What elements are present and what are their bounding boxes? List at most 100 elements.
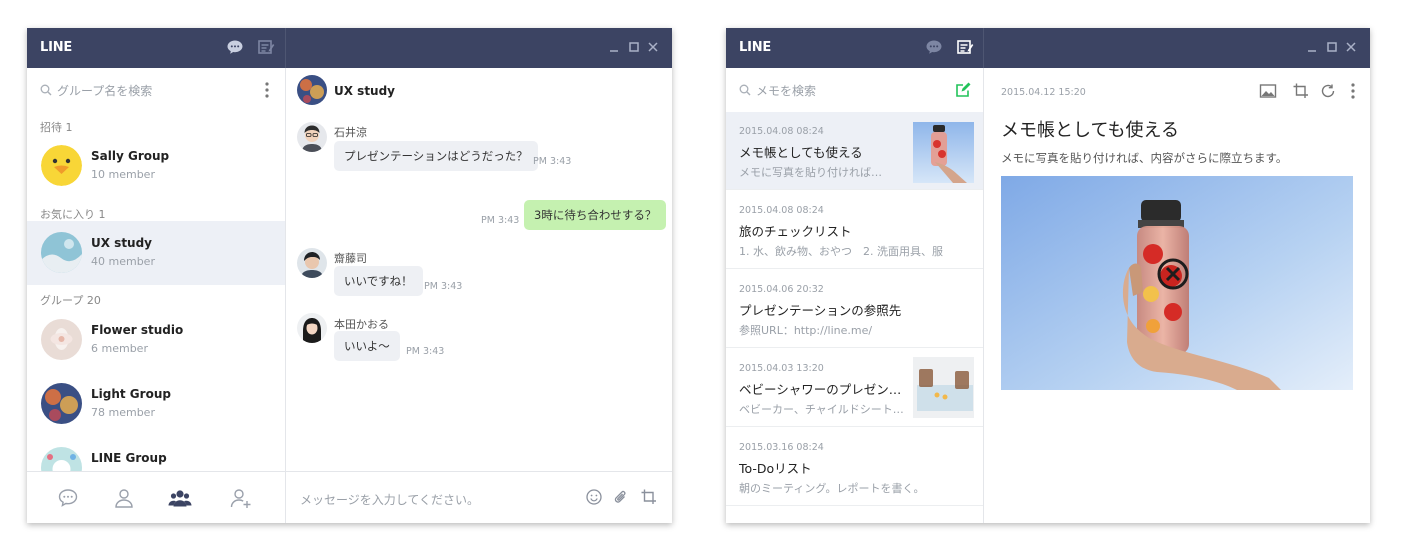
capture-icon[interactable] <box>640 488 658 506</box>
memo-icon[interactable] <box>257 39 275 55</box>
memo-date: 2015.04.06 20:32 <box>739 284 824 295</box>
search-icon <box>40 84 52 96</box>
chat-title: UX study <box>334 84 396 98</box>
memo-date: 2015.04.03 13:20 <box>739 363 824 374</box>
friends-tab-icon[interactable] <box>112 486 136 510</box>
message-time: PM 3:43 <box>481 215 520 226</box>
line-logo: LINE <box>40 40 73 55</box>
close-icon[interactable] <box>1345 41 1357 53</box>
friend-member-count: 6 member <box>91 342 148 355</box>
friend-name: LINE Group <box>91 451 167 465</box>
friend-name: Sally Group <box>91 149 170 163</box>
groups-tab-icon[interactable] <box>168 486 192 510</box>
memo-icon[interactable] <box>956 39 974 55</box>
friend-name: Light Group <box>91 387 171 401</box>
avatar <box>41 319 82 360</box>
message-time: PM 3:43 <box>406 346 445 357</box>
memo-preview: 朝のミーティング。レポートを書く。 <box>739 482 925 495</box>
search-placeholder: メモを検索 <box>756 84 817 98</box>
chat-icon[interactable] <box>226 39 244 55</box>
section-invite: 招待 1 <box>40 121 73 134</box>
maximize-icon[interactable] <box>628 41 640 53</box>
memo-item[interactable]: 2015.04.03 13:20 ベビーシャワーのプレゼン… ベビーカー、チャイ… <box>726 349 983 427</box>
memo-thumbnail <box>913 357 974 418</box>
sender-name: 齋藤司 <box>334 252 367 265</box>
memo-title: 旅のチェックリスト <box>739 224 852 239</box>
friend-member-count: 40 member <box>91 255 155 268</box>
friend-name: Flower studio <box>91 323 184 337</box>
memo-title: メモ帳としても使える <box>739 145 863 160</box>
panel-divider <box>983 68 984 523</box>
minimize-icon[interactable] <box>608 41 620 53</box>
message-bubble[interactable]: いいよ〜 <box>334 331 400 361</box>
memo-title: To-Doリスト <box>739 461 812 476</box>
maximize-icon[interactable] <box>1326 41 1338 53</box>
bubble-tail <box>656 202 664 210</box>
more-options-icon[interactable] <box>261 81 273 99</box>
new-memo-icon[interactable] <box>955 82 971 98</box>
message-bubble[interactable]: プレゼンテーションはどうだった？ <box>334 141 538 171</box>
chat-icon[interactable] <box>925 39 943 55</box>
message-bubble[interactable]: いいですね！ <box>334 266 423 296</box>
friend-member-count: 78 member <box>91 406 155 419</box>
avatar <box>41 145 82 186</box>
memo-detail-title: メモ帳としても使える <box>1001 120 1180 141</box>
friend-member-count: 10 member <box>91 168 155 181</box>
panel-divider <box>285 68 286 523</box>
titlebar-separator <box>983 28 984 68</box>
chat-avatar <box>297 75 327 105</box>
memo-preview: 参照URL：http://line.me/ <box>739 324 873 337</box>
memo-item[interactable]: 2015.03.16 08:24 To-Doリスト 朝のミーティング。レポートを… <box>726 428 983 506</box>
group-search[interactable]: グループ名を検索 <box>27 68 285 112</box>
add-friend-tab-icon[interactable] <box>229 486 253 510</box>
search-placeholder: グループ名を検索 <box>57 84 153 98</box>
minimize-icon[interactable] <box>1306 41 1318 53</box>
memo-detail-body: メモに写真を貼り付ければ、内容がさらに際立ちます。 <box>1001 151 1288 165</box>
friend-item-line-group[interactable]: LINE Group <box>27 436 285 471</box>
line-logo: LINE <box>739 40 772 55</box>
section-groups: グループ 20 <box>40 294 101 307</box>
crop-icon[interactable] <box>1292 82 1310 100</box>
emoji-icon[interactable] <box>585 488 603 506</box>
friend-item-ux-study[interactable]: UX study 40 member <box>27 221 285 285</box>
memo-date: 2015.03.16 08:24 <box>739 442 824 453</box>
memo-date: 2015.04.08 08:24 <box>739 205 824 216</box>
message-time: PM 3:43 <box>533 156 572 167</box>
message-input-placeholder: メッセージを入力してください。 <box>300 493 480 507</box>
friend-item-light-group[interactable]: Light Group 78 member <box>27 372 285 436</box>
close-icon[interactable] <box>647 41 659 53</box>
memo-item[interactable]: 2015.04.06 20:32 プレゼンテーションの参照先 参照URL：htt… <box>726 270 983 348</box>
friend-item-flower-studio[interactable]: Flower studio 6 member <box>27 308 285 372</box>
attach-icon[interactable] <box>612 488 630 506</box>
message-input[interactable]: メッセージを入力してください。 <box>286 471 672 523</box>
memo-item[interactable]: 2015.04.08 08:24 旅のチェックリスト 1. 水、飲み物、おやつ … <box>726 191 983 269</box>
friend-name: UX study <box>91 236 153 250</box>
section-favorites: お気に入り 1 <box>40 208 106 221</box>
avatar <box>297 122 327 152</box>
image-icon[interactable] <box>1259 82 1277 100</box>
titlebar: LINE <box>726 28 1370 68</box>
avatar <box>41 447 82 471</box>
sender-name: 本田かおる <box>334 318 389 331</box>
avatar <box>297 313 327 343</box>
chats-tab-icon[interactable] <box>56 486 80 510</box>
titlebar-separator <box>285 28 286 68</box>
memo-preview: 1. 水、飲み物、おやつ 2. 洗面用具、服 <box>739 245 943 258</box>
friend-item-sally[interactable]: Sally Group 10 member <box>27 134 285 198</box>
memo-item[interactable]: 2015.04.08 08:24 メモ帳としても使える メモに写真を貼り付ければ… <box>726 112 983 190</box>
sender-name: 石井涼 <box>334 126 367 139</box>
avatar <box>297 248 327 278</box>
bottom-nav <box>27 471 285 523</box>
memo-thumbnail <box>913 122 974 183</box>
memo-window: LINE メモを検索 2015.04.08 08:24 メモ帳としても使える メ… <box>726 28 1370 523</box>
message-time: PM 3:43 <box>424 281 463 292</box>
my-message-bubble[interactable]: 3時に待ち合わせする？ <box>524 200 667 230</box>
titlebar: LINE <box>27 28 672 68</box>
memo-preview: メモに写真を貼り付ければ… <box>739 166 882 179</box>
chat-window: LINE グループ名を検索 招待 1 Sally Group 10 member… <box>27 28 672 523</box>
memo-photo <box>1001 176 1353 390</box>
memo-title: ベビーシャワーのプレゼン… <box>739 382 902 397</box>
memo-search[interactable]: メモを検索 <box>726 68 983 112</box>
more-options-icon[interactable] <box>1344 82 1362 100</box>
refresh-icon[interactable] <box>1319 82 1337 100</box>
